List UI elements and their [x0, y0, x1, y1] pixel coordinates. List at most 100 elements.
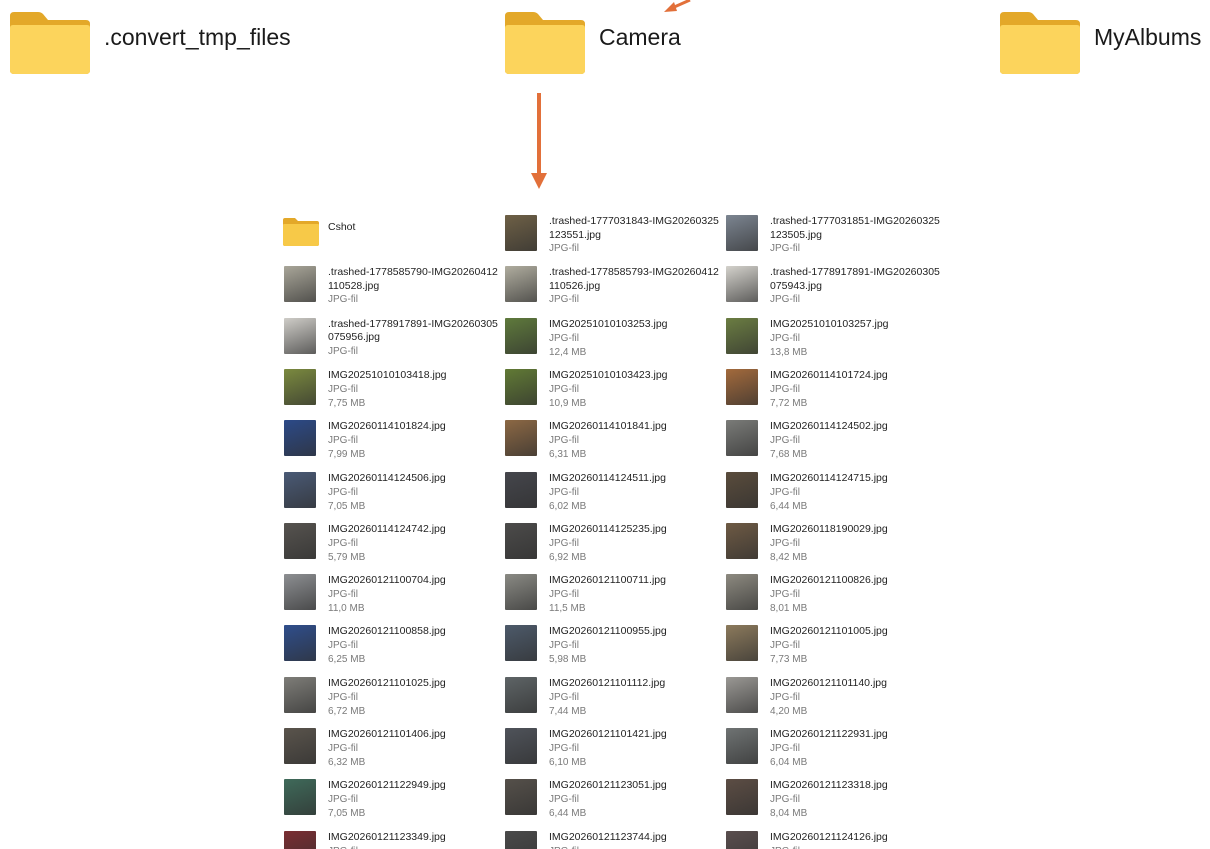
- file-type: JPG-fil: [770, 794, 800, 806]
- file-item[interactable]: IMG20260121122931.jpg JPG-fil 6,04 MB: [724, 725, 944, 773]
- file-item[interactable]: IMG20260121100826.jpg JPG-fil 8,01 MB: [724, 571, 944, 619]
- file-size: 6,44 MB: [770, 500, 808, 512]
- file-name: .trashed-1777031851-IMG20260325 123505.jp…: [770, 215, 940, 241]
- file-type: JPG-fil: [328, 294, 358, 306]
- file-item[interactable]: IMG20260114124502.jpg JPG-fil 7,68 MB: [724, 417, 944, 465]
- file-type: JPG-fil: [770, 691, 800, 703]
- image-thumbnail: [505, 368, 537, 405]
- file-size: 7,99 MB: [328, 449, 366, 461]
- file-item[interactable]: IMG20260118190029.jpg JPG-fil 8,42 MB: [724, 520, 944, 568]
- file-item[interactable]: IMG20260114101841.jpg JPG-fil 6,31 MB: [503, 417, 723, 465]
- file-item[interactable]: IMG20260114125235.jpg JPG-fil 6,92 MB: [503, 520, 723, 568]
- file-name: IMG20260121100711.jpg: [549, 574, 666, 587]
- image-thumbnail: [726, 676, 758, 713]
- file-type: JPG-fil: [770, 486, 800, 498]
- file-type: JPG-fil: [328, 794, 358, 806]
- file-name: IMG20260121123349.jpg: [328, 830, 446, 843]
- file-name: IMG20251010103418.jpg: [328, 368, 447, 381]
- image-thumbnail: [505, 625, 537, 662]
- image-thumbnail: [284, 317, 316, 354]
- file-size: 5,79 MB: [328, 551, 366, 563]
- file-item[interactable]: IMG20260114101724.jpg JPG-fil 7,72 MB: [724, 366, 944, 414]
- image-thumbnail: [284, 522, 316, 559]
- file-type: JPG-fil: [770, 537, 800, 549]
- image-thumbnail: [726, 625, 758, 662]
- image-thumbnail: [726, 368, 758, 405]
- file-item[interactable]: IMG20260121122949.jpg JPG-fil 7,05 MB: [282, 776, 502, 824]
- folder-item-cshot[interactable]: Cshot: [282, 212, 502, 260]
- file-item[interactable]: .trashed-1777031843-IMG20260325 123551.jp…: [503, 212, 723, 260]
- file-type: JPG-fil: [549, 537, 579, 549]
- file-name: IMG20260121101421.jpg: [549, 728, 667, 740]
- file-type: JPG-fil: [549, 845, 579, 849]
- file-type: JPG-fil: [328, 845, 358, 849]
- file-item[interactable]: IMG20260114124715.jpg JPG-fil 6,44 MB: [724, 469, 944, 517]
- file-item[interactable]: IMG20260121100858.jpg JPG-fil 6,25 MB: [282, 622, 502, 670]
- file-item[interactable]: .trashed-1778917891-IMG20260305 075943.jp…: [724, 263, 944, 311]
- file-size: 13,8 MB: [770, 346, 808, 358]
- file-item[interactable]: IMG20260121101421.jpg JPG-fil 6,10 MB: [503, 725, 723, 773]
- file-name: .trashed-1778585793-IMG20260412 110526.jp…: [549, 266, 719, 292]
- file-type: JPG-fil: [328, 640, 358, 652]
- file-name: .trashed-1778917891-IMG20260305 075943.jp…: [770, 266, 940, 292]
- file-type: JPG-fil: [328, 383, 358, 395]
- image-thumbnail: [726, 728, 758, 764]
- file-size: 10,9 MB: [549, 397, 587, 409]
- file-item[interactable]: IMG20251010103423.jpg JPG-fil 10,9 MB: [503, 366, 723, 414]
- image-thumbnail: [284, 471, 316, 508]
- file-type: JPG-fil: [770, 743, 800, 754]
- image-thumbnail: [505, 779, 537, 816]
- file-size: 6,92 MB: [549, 551, 587, 563]
- file-item[interactable]: IMG20260121123349.jpg JPG-fil: [282, 828, 502, 849]
- file-item[interactable]: IMG20260121123318.jpg JPG-fil 8,04 MB: [724, 776, 944, 824]
- file-size: 7,05 MB: [328, 808, 366, 820]
- file-size: 7,05 MB: [328, 500, 366, 512]
- file-type: JPG-fil: [770, 332, 800, 344]
- file-item[interactable]: IMG20251010103253.jpg JPG-fil 12,4 MB: [503, 315, 723, 363]
- file-item[interactable]: .trashed-1778917891-IMG20260305 075956.jp…: [282, 315, 502, 363]
- file-name: IMG20260121124126.jpg: [770, 830, 888, 843]
- file-item[interactable]: IMG20260114124511.jpg JPG-fil 6,02 MB: [503, 469, 723, 517]
- file-type: JPG-fil: [549, 486, 579, 498]
- image-thumbnail: [284, 779, 316, 816]
- annotation-arrow-down: [531, 93, 547, 189]
- image-thumbnail: [505, 471, 537, 508]
- image-thumbnail: [505, 676, 537, 713]
- file-item[interactable]: IMG20260121123051.jpg JPG-fil 6,44 MB: [503, 776, 723, 824]
- file-size: 6,32 MB: [328, 757, 366, 768]
- image-thumbnail: [726, 471, 758, 508]
- file-item[interactable]: IMG20260114101824.jpg JPG-fil 7,99 MB: [282, 417, 502, 465]
- file-item[interactable]: .trashed-1778585790-IMG20260412 110528.jp…: [282, 263, 502, 311]
- file-item[interactable]: IMG20260121101112.jpg JPG-fil 7,44 MB: [503, 674, 723, 722]
- file-item[interactable]: IMG20260121124126.jpg JPG-fil: [724, 828, 944, 849]
- file-item[interactable]: IMG20260114124742.jpg JPG-fil 5,79 MB: [282, 520, 502, 568]
- image-thumbnail: [726, 830, 758, 849]
- file-item[interactable]: IMG20260121100955.jpg JPG-fil 5,98 MB: [503, 622, 723, 670]
- file-type: JPG-fil: [328, 345, 358, 357]
- file-name: IMG20260121123051.jpg: [549, 779, 667, 792]
- folder-icon: [10, 12, 90, 74]
- image-thumbnail: [505, 728, 537, 764]
- file-name: .trashed-1778917891-IMG20260305 075956.jp…: [328, 317, 498, 344]
- image-thumbnail: [284, 266, 316, 303]
- file-item[interactable]: IMG20260121100704.jpg JPG-fil 11,0 MB: [282, 571, 502, 619]
- file-item[interactable]: IMG20260121101005.jpg JPG-fil 7,73 MB: [724, 622, 944, 670]
- file-item[interactable]: IMG20260121100711.jpg JPG-fil 11,5 MB: [503, 571, 723, 619]
- file-item[interactable]: IMG20260121123744.jpg JPG-fil: [503, 828, 723, 849]
- file-item[interactable]: IMG20260121101406.jpg JPG-fil 6,32 MB: [282, 725, 502, 773]
- file-item[interactable]: IMG20260121101025.jpg JPG-fil 6,72 MB: [282, 674, 502, 722]
- file-item[interactable]: .trashed-1778585793-IMG20260412 110526.jp…: [503, 263, 723, 311]
- file-name: IMG20260121122949.jpg: [328, 779, 446, 792]
- file-item[interactable]: IMG20251010103257.jpg JPG-fil 13,8 MB: [724, 315, 944, 363]
- file-size: 6,44 MB: [549, 808, 587, 820]
- image-thumbnail: [505, 830, 537, 849]
- file-item[interactable]: IMG20251010103418.jpg JPG-fil 7,75 MB: [282, 366, 502, 414]
- file-type: JPG-fil: [328, 486, 358, 498]
- file-item[interactable]: IMG20260114124506.jpg JPG-fil 7,05 MB: [282, 469, 502, 517]
- image-thumbnail: [726, 317, 758, 354]
- file-size: 7,68 MB: [770, 449, 808, 461]
- file-size: 8,42 MB: [770, 551, 808, 563]
- file-item[interactable]: IMG20260121101140.jpg JPG-fil 4,20 MB: [724, 674, 944, 722]
- file-item[interactable]: .trashed-1777031851-IMG20260325 123505.jp…: [724, 212, 944, 260]
- file-type: JPG-fil: [770, 243, 800, 254]
